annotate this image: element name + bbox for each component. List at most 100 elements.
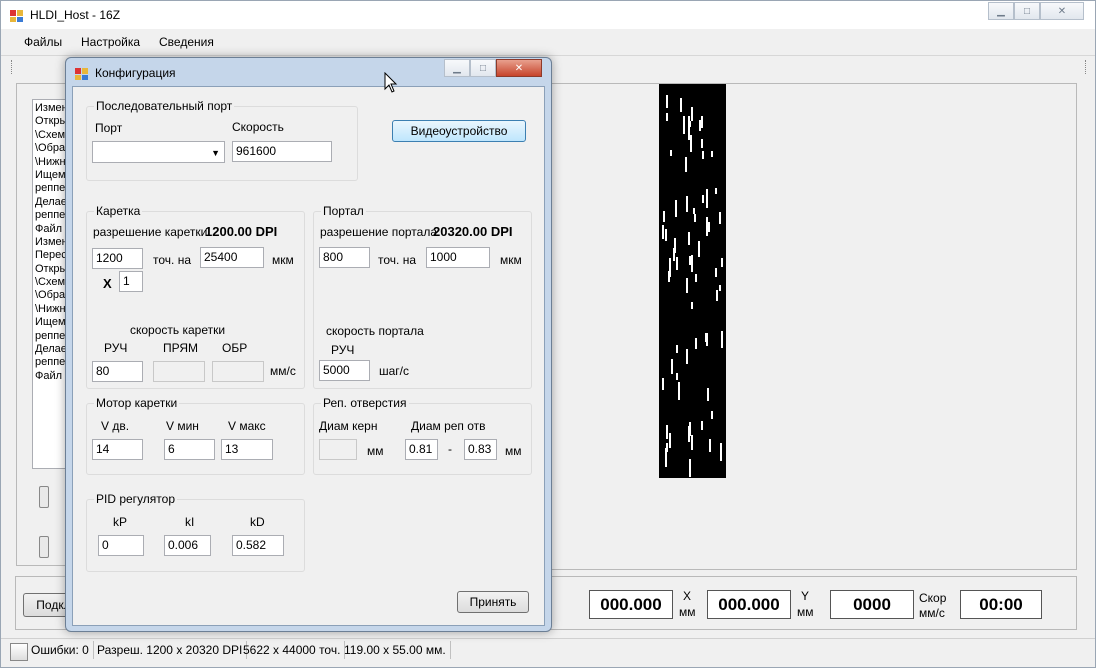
toolbar-grip[interactable] bbox=[11, 60, 15, 74]
preview-mark bbox=[716, 290, 718, 301]
portal-group: Портал разрешение портала 20320.00 DPI 8… bbox=[313, 204, 532, 389]
preview-mark bbox=[669, 433, 671, 448]
multiplier-label: X bbox=[103, 276, 112, 291]
preview-mark bbox=[668, 271, 670, 282]
serial-port-group-label: Последовательный порт bbox=[94, 99, 235, 113]
maximize-icon: □ bbox=[1023, 5, 1031, 17]
v-start-field[interactable]: 14 bbox=[92, 439, 143, 460]
video-device-button[interactable]: Видеоустройство bbox=[392, 120, 526, 142]
x-unit: мм bbox=[679, 605, 696, 619]
minimize-icon: ▁ bbox=[453, 62, 461, 74]
preview-panel bbox=[550, 83, 1077, 570]
preview-mark bbox=[688, 426, 690, 442]
close-button[interactable]: ✕ bbox=[1040, 2, 1084, 20]
portal-resolution-label: разрешение портала bbox=[320, 225, 437, 239]
status-errors: Ошибки: 0 bbox=[27, 641, 94, 659]
baud-rate-field[interactable]: 961600 bbox=[232, 141, 332, 162]
portal-manual-speed-field[interactable]: 5000 bbox=[319, 360, 370, 381]
dialog-minimize-button[interactable]: ▁ bbox=[444, 59, 470, 77]
window-title: HLDI_Host - 16Z bbox=[30, 8, 121, 22]
board-preview-image bbox=[659, 84, 726, 478]
dialog-close-button[interactable]: ✕ bbox=[496, 59, 542, 77]
portal-microns-field[interactable]: 1000 bbox=[426, 247, 490, 268]
x-readout: 000.000 bbox=[589, 590, 673, 619]
ref-hole-diameter-label: Диам реп отв bbox=[411, 419, 486, 433]
kp-field[interactable]: 0 bbox=[98, 535, 144, 556]
carriage-speed-unit: мм/с bbox=[270, 364, 296, 378]
preview-mark bbox=[691, 302, 693, 309]
minimize-button[interactable]: ▁ bbox=[988, 2, 1014, 20]
chevron-down-icon: ▼ bbox=[211, 148, 220, 158]
close-icon: ✕ bbox=[514, 62, 524, 74]
carriage-manual-speed-field[interactable]: 80 bbox=[92, 361, 143, 382]
preview-mark bbox=[671, 359, 673, 374]
carriage-points-field[interactable]: 1200 bbox=[92, 248, 143, 269]
ref-hole-unit: мм bbox=[505, 444, 522, 458]
preview-mark bbox=[666, 443, 668, 452]
preview-mark bbox=[676, 345, 678, 353]
preview-mark bbox=[670, 150, 672, 156]
main-titlebar[interactable]: HLDI_Host - 16Z ▁ □ ✕ bbox=[1, 1, 1095, 29]
y-label: Y bbox=[801, 589, 810, 603]
ki-field[interactable]: 0.006 bbox=[164, 535, 211, 556]
maximize-button[interactable]: □ bbox=[1014, 2, 1040, 20]
kd-field[interactable]: 0.582 bbox=[232, 535, 284, 556]
carriage-points-unit: точ. на bbox=[153, 253, 191, 267]
preview-mark bbox=[702, 195, 704, 203]
dialog-maximize-button[interactable]: □ bbox=[470, 59, 496, 77]
preview-mark bbox=[683, 116, 685, 134]
toolbar-grip-right[interactable] bbox=[1085, 60, 1089, 74]
carriage-group: Каретка разрешение каретки 1200.00 DPI 1… bbox=[86, 204, 305, 389]
slider-2-thumb[interactable] bbox=[39, 536, 49, 558]
preview-mark bbox=[693, 208, 695, 214]
preview-mark bbox=[708, 222, 710, 232]
window-controls: ▁ □ ✕ bbox=[988, 2, 1084, 21]
carriage-manual-label: РУЧ bbox=[104, 341, 128, 355]
preview-mark bbox=[666, 425, 668, 439]
preview-mark bbox=[709, 439, 711, 452]
preview-mark bbox=[695, 274, 697, 282]
menu-files[interactable]: Файлы bbox=[24, 35, 62, 49]
slider-1-thumb[interactable] bbox=[39, 486, 49, 508]
serial-port-group: Последовательный порт Порт ▼ Скорость 96… bbox=[86, 99, 358, 181]
preview-mark bbox=[665, 229, 667, 241]
menu-settings[interactable]: Настройка bbox=[81, 35, 140, 49]
preview-mark bbox=[662, 225, 664, 239]
preview-mark bbox=[719, 212, 721, 224]
v-start-label: V дв. bbox=[101, 419, 130, 433]
v-min-field[interactable]: 6 bbox=[164, 439, 215, 460]
pid-group: PID регулятор kP kI kD 0 0.006 0.582 bbox=[86, 492, 305, 572]
ref-hole-min-field[interactable]: 0.81 bbox=[405, 439, 438, 460]
minimize-icon: ▁ bbox=[997, 5, 1005, 17]
y-readout: 000.000 bbox=[707, 590, 791, 619]
ki-label: kI bbox=[185, 515, 195, 529]
carriage-microns-field[interactable]: 25400 bbox=[200, 247, 264, 268]
preview-mark bbox=[689, 256, 691, 265]
multiplier-field[interactable]: 1 bbox=[119, 271, 143, 292]
dialog-title: Конфигурация bbox=[95, 66, 176, 80]
preview-mark bbox=[719, 285, 721, 291]
preview-mark bbox=[701, 116, 703, 128]
ref-hole-max-field[interactable]: 0.83 bbox=[464, 439, 497, 460]
carriage-back-label: ОБР bbox=[222, 341, 248, 355]
pid-group-label: PID регулятор bbox=[94, 492, 178, 506]
core-diameter-unit: мм bbox=[367, 444, 384, 458]
menu-about[interactable]: Сведения bbox=[159, 35, 214, 49]
port-select[interactable]: ▼ bbox=[92, 141, 225, 163]
preview-mark bbox=[702, 151, 704, 159]
speed-label: Скорость bbox=[232, 120, 284, 134]
preview-mark bbox=[699, 120, 701, 131]
preview-mark bbox=[695, 338, 697, 349]
preview-mark bbox=[688, 116, 690, 135]
preview-mark bbox=[666, 95, 668, 108]
preview-mark bbox=[706, 217, 708, 236]
preview-mark bbox=[676, 257, 678, 270]
core-diameter-label: Диам керн bbox=[319, 419, 378, 433]
preview-mark bbox=[686, 196, 688, 212]
v-max-field[interactable]: 13 bbox=[221, 439, 273, 460]
accept-button[interactable]: Принять bbox=[457, 591, 529, 613]
portal-points-field[interactable]: 800 bbox=[319, 247, 370, 268]
preview-mark bbox=[678, 382, 680, 400]
preview-mark bbox=[715, 268, 717, 277]
preview-mark bbox=[686, 278, 688, 293]
